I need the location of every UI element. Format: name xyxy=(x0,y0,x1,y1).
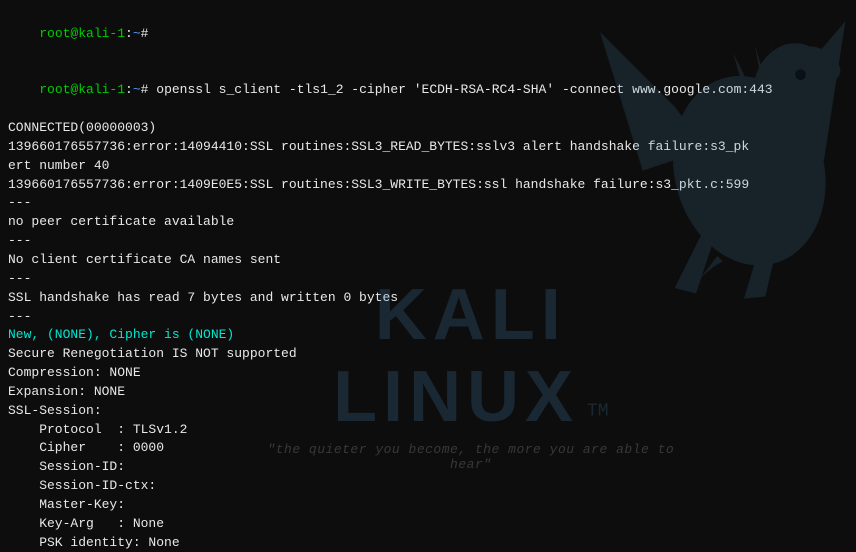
terminal-line-16: Protocol : TLSv1.2 xyxy=(8,421,848,440)
terminal-line-15: SSL-Session: xyxy=(8,402,848,421)
terminal-line-0: CONNECTED(00000003) xyxy=(8,119,848,138)
prompt-user: root@kali-1 xyxy=(39,26,125,41)
prompt-sep: : xyxy=(125,26,133,41)
prompt-path2: ~ xyxy=(133,82,141,97)
terminal-line-13: Compression: NONE xyxy=(8,364,848,383)
terminal-line-14: Expansion: NONE xyxy=(8,383,848,402)
terminal-line-prompt1: root@kali-1:~# xyxy=(8,6,848,63)
terminal-window: KALI LINUX TM "the quieter you become, t… xyxy=(0,0,856,552)
terminal-line-command: root@kali-1:~# openssl s_client -tls1_2 … xyxy=(8,63,848,120)
terminal-line-3: 139660176557736:error:1409E0E5:SSL routi… xyxy=(8,176,848,195)
terminal-line-21: Key-Arg : None xyxy=(8,515,848,534)
terminal-line-5: no peer certificate available xyxy=(8,213,848,232)
terminal-line-7: No client certificate CA names sent xyxy=(8,251,848,270)
terminal-line-8: --- xyxy=(8,270,848,289)
prompt-path: ~ xyxy=(133,26,141,41)
terminal-line-12: Secure Renegotiation IS NOT supported xyxy=(8,345,848,364)
terminal-line-19: Session-ID-ctx: xyxy=(8,477,848,496)
terminal-line-20: Master-Key: xyxy=(8,496,848,515)
prompt-sep2: : xyxy=(125,82,133,97)
terminal-line-1: 139660176557736:error:14094410:SSL routi… xyxy=(8,138,848,157)
prompt-user2: root@kali-1 xyxy=(39,82,125,97)
terminal-line-11: New, (NONE), Cipher is (NONE) xyxy=(8,326,848,345)
terminal-line-6: --- xyxy=(8,232,848,251)
terminal-line-22: PSK identity: None xyxy=(8,534,848,552)
terminal-line-4: --- xyxy=(8,194,848,213)
terminal-output: CONNECTED(00000003)139660176557736:error… xyxy=(8,119,848,552)
command-text: # openssl s_client -tls1_2 -cipher 'ECDH… xyxy=(141,82,773,97)
terminal-line-9: SSL handshake has read 7 bytes and writt… xyxy=(8,289,848,308)
terminal-line-2: ert number 40 xyxy=(8,157,848,176)
prompt-hash: # xyxy=(141,26,149,41)
terminal-line-10: --- xyxy=(8,308,848,327)
terminal-line-17: Cipher : 0000 xyxy=(8,439,848,458)
terminal-line-18: Session-ID: xyxy=(8,458,848,477)
